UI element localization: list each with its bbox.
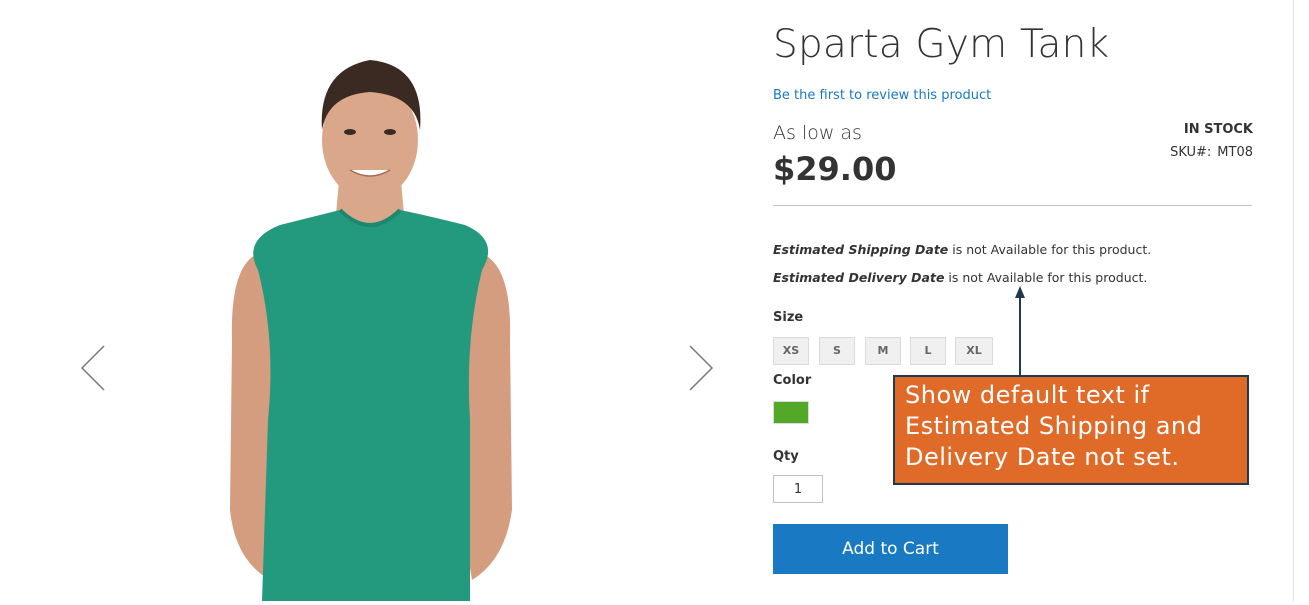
- gallery-next-button[interactable]: [680, 340, 720, 400]
- estimated-delivery-message: Estimated Delivery Date is not Available…: [773, 270, 1147, 285]
- color-option-green[interactable]: [773, 401, 809, 424]
- annotation-line-1: Show default text if: [905, 381, 1150, 409]
- color-label: Color: [773, 373, 812, 388]
- annotation-callout: Show default text if Estimated Shipping …: [893, 375, 1249, 485]
- gallery-prev-button[interactable]: [74, 340, 114, 400]
- page-title: Sparta Gym Tank: [773, 22, 1110, 67]
- size-option-xl[interactable]: XL: [955, 337, 993, 365]
- chevron-left-icon: [80, 345, 105, 391]
- sku-label: SKU#:: [1170, 145, 1212, 160]
- stock-status: IN STOCK: [1183, 122, 1253, 137]
- size-option-xs[interactable]: XS: [773, 337, 809, 365]
- delivery-date-label: Estimated Delivery Date: [773, 270, 945, 285]
- sku-value: MT08: [1217, 145, 1253, 160]
- add-to-cart-button[interactable]: Add to Cart: [773, 524, 1008, 574]
- shipping-date-label: Estimated Shipping Date: [773, 242, 949, 257]
- size-label: Size: [773, 310, 804, 325]
- annotation-line-2: Estimated Shipping and: [905, 412, 1203, 440]
- chevron-right-icon: [689, 345, 714, 391]
- sku: SKU#: MT08: [1170, 145, 1253, 160]
- estimated-shipping-message: Estimated Shipping Date is not Available…: [773, 242, 1151, 257]
- price: $29.00: [773, 150, 897, 188]
- qty-label: Qty: [773, 449, 799, 464]
- size-option-m[interactable]: M: [865, 337, 901, 365]
- qty-input[interactable]: [773, 475, 823, 503]
- divider: [773, 205, 1252, 206]
- product-image: [200, 40, 540, 601]
- shipping-date-text: is not Available for this product.: [948, 242, 1152, 257]
- product-gallery: [0, 0, 740, 601]
- annotation-line-3: Delivery Date not set.: [905, 443, 1180, 471]
- price-label: As low as: [773, 122, 862, 144]
- review-link[interactable]: Be the first to review this product: [773, 88, 991, 103]
- annotation-arrow: [1015, 286, 1025, 378]
- delivery-date-text: is not Available for this product.: [944, 270, 1148, 285]
- size-option-s[interactable]: S: [819, 337, 855, 365]
- size-option-l[interactable]: L: [910, 337, 946, 365]
- page-edge-divider: [1293, 0, 1294, 601]
